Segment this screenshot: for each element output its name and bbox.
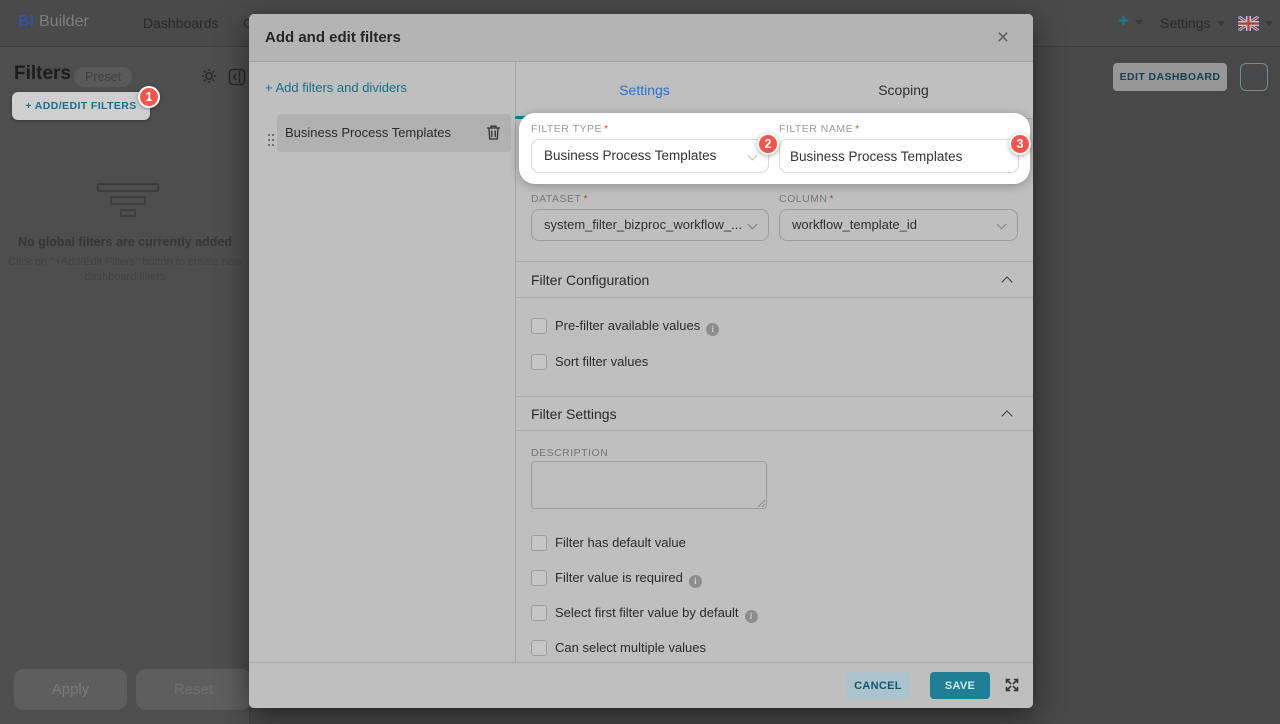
modal-footer: CANCEL SAVE [249, 662, 1033, 708]
caret-down-icon [1135, 20, 1143, 25]
add-filters-dividers-link[interactable]: + Add filters and dividers [265, 80, 407, 95]
column-label: COLUMN* [779, 193, 834, 205]
dataset-value: system_filter_bizproc_workflow_... [532, 210, 768, 240]
drag-handle-icon[interactable] [268, 134, 270, 136]
cancel-button[interactable]: CANCEL [846, 672, 910, 699]
checkbox-default-value[interactable] [531, 535, 547, 551]
filter-type-value: Business Process Templates [532, 140, 768, 172]
section-title: Filter Settings [531, 406, 617, 422]
filter-type-label: FILTER TYPE* [531, 123, 609, 135]
filters-panel-title: Filters [14, 63, 71, 85]
chevron-up-icon [1001, 410, 1012, 421]
empty-state-title: No global filters are currently added [0, 235, 250, 249]
tab-scoping[interactable]: Scoping [774, 62, 1033, 119]
uk-flag-icon [1238, 16, 1259, 31]
preset-badge: Preset [74, 67, 132, 87]
filters-panel: Filters Preset + ADD/EDIT FILTERS No glo… [0, 47, 250, 724]
nav-dashboards[interactable]: Dashboards [143, 15, 219, 31]
plus-icon: + [1118, 11, 1129, 32]
description-textarea[interactable] [531, 461, 767, 509]
add-edit-filters-modal: Add and edit filters × + Add filters and… [249, 14, 1033, 708]
trash-icon[interactable] [486, 124, 501, 144]
caret-down-icon [1265, 21, 1273, 26]
screen: BIBuilder Dashboards Charts + Settings F… [0, 0, 1280, 724]
tab-settings[interactable]: Settings [515, 62, 774, 119]
filter-list-item[interactable]: Business Process Templates [277, 114, 511, 152]
gear-icon[interactable] [200, 67, 218, 88]
reset-button[interactable]: Reset [136, 669, 251, 710]
filter-name-input[interactable] [779, 139, 1019, 173]
modal-header: Add and edit filters [249, 14, 1033, 62]
divider [515, 62, 516, 662]
required-mark: * [830, 193, 835, 205]
checkbox-select-first[interactable] [531, 605, 547, 621]
tour-badge-3: 3 [1009, 133, 1031, 155]
checkbox-select-first-label: Select first filter value by defaulti [555, 605, 758, 623]
settings-menu[interactable]: Settings [1160, 15, 1225, 31]
modal-tabs: Settings Scoping [515, 62, 1033, 119]
save-button[interactable]: SAVE [930, 672, 990, 699]
tour-badge-2: 2 [757, 133, 779, 155]
info-icon[interactable]: i [706, 323, 719, 336]
tour-badge-1: 1 [138, 86, 160, 108]
add-edit-filters-button[interactable]: + ADD/EDIT FILTERS [12, 92, 150, 120]
checkbox-sort-values-label: Sort filter values [555, 354, 648, 370]
checkbox-multiple-values[interactable] [531, 640, 547, 656]
close-icon[interactable]: × [975, 14, 1031, 62]
required-mark: * [855, 123, 860, 135]
empty-state-subtitle: Click on "+Add/Edit Filters" button to c… [8, 255, 242, 286]
filter-name-label: FILTER NAME* [779, 123, 860, 135]
checkbox-prefilter[interactable] [531, 318, 547, 334]
description-label: DESCRIPTION [531, 447, 608, 459]
chevron-up-icon [1001, 276, 1012, 287]
required-mark: * [604, 123, 609, 135]
modal-title: Add and edit filters [265, 29, 401, 46]
filter-type-select[interactable]: Business Process Templates [531, 139, 769, 173]
settings-label: Settings [1160, 15, 1211, 31]
checkbox-value-required-label: Filter value is requiredi [555, 570, 702, 588]
collapse-panel-icon[interactable] [228, 68, 246, 89]
edit-dashboard-button[interactable]: EDIT DASHBOARD [1113, 63, 1227, 91]
section-title: Filter Configuration [531, 272, 649, 288]
info-icon[interactable]: i [689, 575, 702, 588]
logo-builder: Builder [39, 13, 89, 30]
more-options-button[interactable]: ··· [1240, 63, 1268, 91]
checkbox-value-required[interactable] [531, 570, 547, 586]
logo-bi: BI [18, 13, 34, 30]
info-icon[interactable]: i [745, 610, 758, 623]
filter-item-label: Business Process Templates [285, 114, 451, 152]
section-filter-settings[interactable]: Filter Settings [515, 396, 1033, 431]
language-menu[interactable] [1238, 15, 1273, 33]
app-logo[interactable]: BI Builder [18, 13, 89, 31]
column-select[interactable]: workflow_template_id [779, 209, 1018, 241]
expand-fullscreen-icon[interactable] [1004, 677, 1020, 696]
resize-handle-icon[interactable] [757, 499, 766, 508]
apply-button[interactable]: Apply [14, 669, 127, 710]
checkbox-multiple-values-label: Can select multiple values [555, 640, 706, 656]
dataset-select[interactable]: system_filter_bizproc_workflow_... [531, 209, 769, 241]
caret-down-icon [1217, 21, 1225, 26]
dataset-label: DATASET* [531, 193, 588, 205]
checkbox-sort-values[interactable] [531, 354, 547, 370]
required-mark: * [583, 193, 588, 205]
checkbox-default-value-label: Filter has default value [555, 535, 686, 551]
add-menu[interactable]: + [1118, 11, 1143, 33]
checkbox-prefilter-label: Pre-filter available valuesi [555, 318, 719, 336]
column-value: workflow_template_id [780, 210, 1017, 240]
section-filter-configuration[interactable]: Filter Configuration [515, 261, 1033, 298]
